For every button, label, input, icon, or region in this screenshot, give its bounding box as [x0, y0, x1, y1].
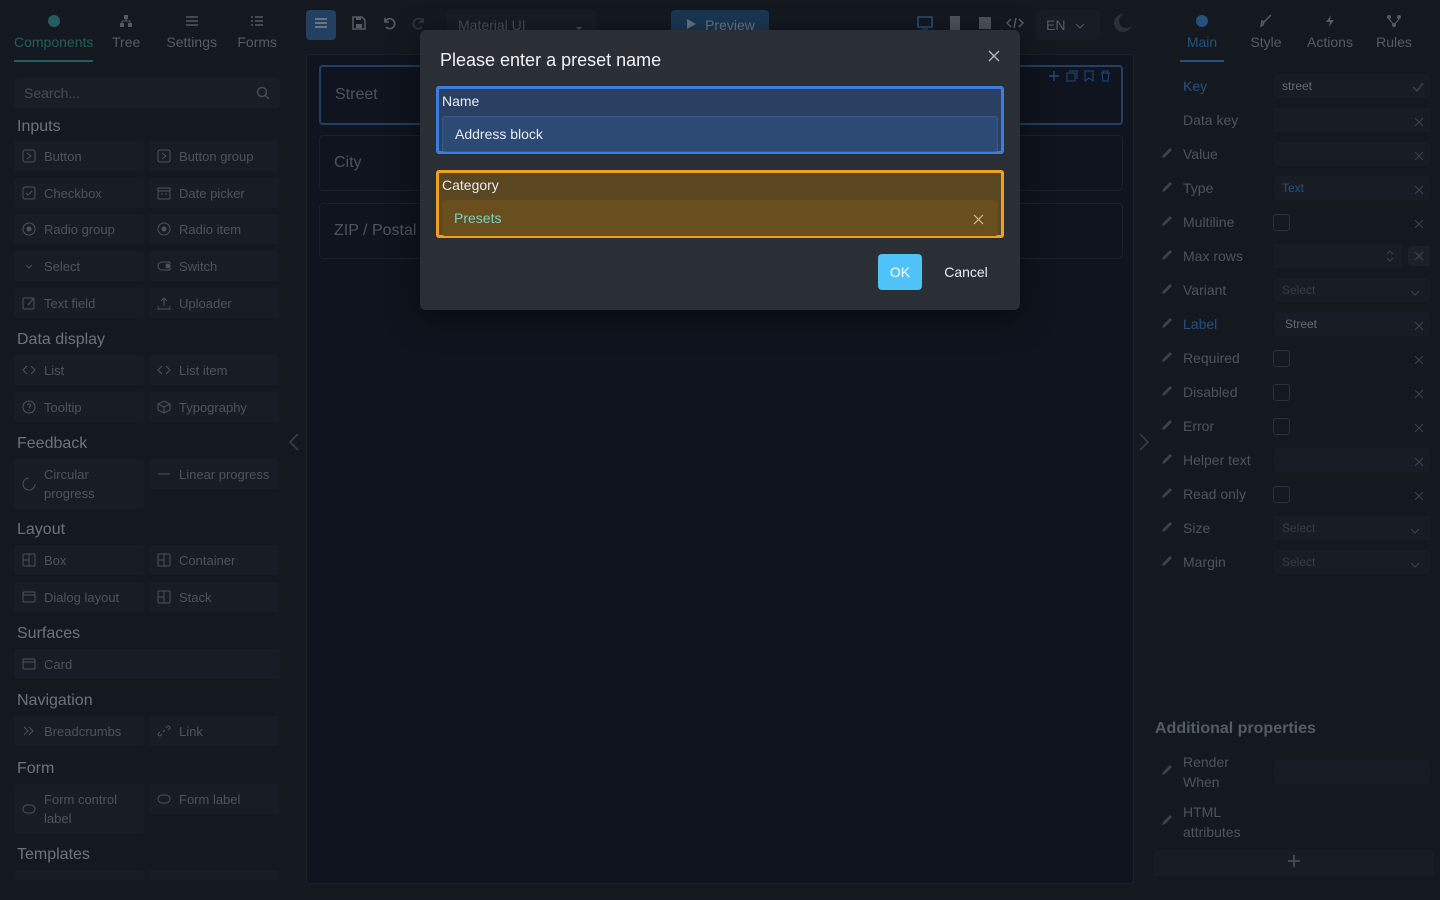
preset-name-value: Address block — [455, 126, 543, 142]
category-value: Presets — [454, 210, 502, 226]
preset-name-input[interactable]: Address block — [442, 116, 998, 152]
category-input[interactable]: Presets — [442, 200, 998, 236]
name-label: Name — [442, 93, 480, 109]
close-icon[interactable] — [986, 48, 1002, 64]
dialog-title: Please enter a preset name — [440, 50, 662, 70]
category-label: Category — [442, 177, 499, 193]
ok-button[interactable]: OK — [878, 254, 922, 290]
name-field-group: Name Address block — [436, 86, 1004, 154]
clear-icon[interactable] — [973, 212, 984, 228]
category-field-group: Category Presets — [436, 170, 1004, 238]
cancel-button[interactable]: Cancel — [934, 254, 998, 290]
preset-name-dialog: Please enter a preset name Name Address … — [420, 30, 1020, 310]
